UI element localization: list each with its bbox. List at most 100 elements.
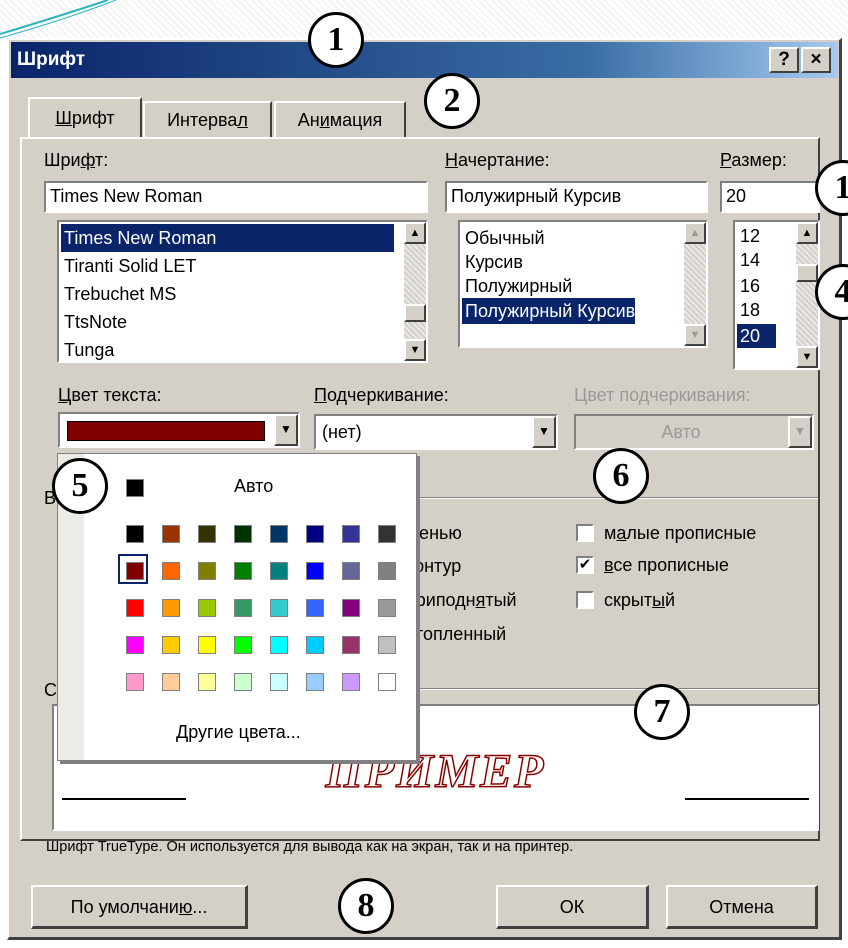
color-swatch[interactable] (234, 562, 252, 580)
color-swatch[interactable] (306, 673, 324, 691)
color-swatch[interactable] (306, 562, 324, 580)
chevron-down-icon[interactable]: ▼ (788, 416, 812, 448)
color-swatch[interactable] (342, 636, 360, 654)
more-colors-button[interactable]: Другие цвета... (176, 722, 301, 743)
hidden-checkbox[interactable] (576, 591, 594, 609)
font-list-item[interactable]: Times New Roman (61, 224, 394, 252)
color-swatch[interactable] (198, 599, 216, 617)
color-swatch[interactable] (162, 673, 180, 691)
color-swatch[interactable] (270, 673, 288, 691)
color-swatch[interactable] (270, 599, 288, 617)
size-list-item[interactable]: 12 (737, 224, 760, 248)
font-input[interactable]: Times New Roman (44, 181, 428, 213)
hidden-label: скрытый (604, 590, 676, 610)
emboss-option[interactable]: приподнятый (406, 590, 517, 611)
tab-spacing[interactable]: Интервал (143, 101, 272, 137)
color-swatch[interactable] (162, 562, 180, 580)
color-swatch[interactable] (234, 673, 252, 691)
scroll-up-icon[interactable]: ▲ (796, 222, 818, 244)
font-list-item[interactable]: Tiranti Solid LET (61, 252, 196, 280)
scroll-down-icon[interactable]: ▼ (796, 346, 818, 368)
color-swatch[interactable] (126, 562, 144, 580)
scroll-thumb[interactable] (796, 264, 818, 282)
color-swatch[interactable] (126, 673, 144, 691)
color-swatch[interactable] (378, 562, 396, 580)
color-swatch[interactable] (378, 525, 396, 543)
color-swatch[interactable] (162, 599, 180, 617)
ok-button[interactable]: ОК (496, 885, 649, 929)
font-list-item[interactable]: TtsNote (61, 308, 127, 336)
chevron-down-icon[interactable]: ▼ (532, 416, 556, 448)
size-list-item[interactable]: 14 (737, 248, 760, 272)
size-list-item[interactable]: 16 (737, 274, 760, 298)
underline-combo[interactable]: (нет) ▼ (314, 414, 558, 450)
underline-color-combo[interactable]: Авто ▼ (574, 414, 814, 450)
size-list-item[interactable]: 18 (737, 298, 760, 322)
color-swatch[interactable] (342, 673, 360, 691)
color-swatch[interactable] (342, 562, 360, 580)
default-button[interactable]: По умолчанию... (31, 885, 248, 929)
color-swatch[interactable] (198, 673, 216, 691)
font-list[interactable]: Times New Roman Tiranti Solid LET Trebuc… (57, 220, 428, 363)
size-list[interactable]: 12 14 16 18 20 ▲ ▼ (733, 220, 820, 370)
color-swatch[interactable] (126, 599, 144, 617)
underline-label: Подчеркивание: (314, 385, 449, 405)
color-swatch[interactable] (270, 636, 288, 654)
style-input[interactable]: Полужирный Курсив (445, 181, 708, 213)
style-list-item[interactable]: Полужирный (462, 272, 572, 300)
color-swatch[interactable] (306, 525, 324, 543)
help-button[interactable]: ? (769, 47, 799, 73)
color-swatch[interactable] (126, 636, 144, 654)
checkmark-icon: ✔ (578, 556, 592, 573)
auto-color-swatch[interactable] (126, 479, 144, 497)
callout-badge: 5 (52, 458, 108, 514)
color-swatch[interactable] (162, 636, 180, 654)
callout-badge: 2 (424, 73, 480, 129)
tab-animation[interactable]: Анимация (274, 101, 406, 137)
callout-badge: 6 (593, 448, 649, 504)
color-swatch[interactable] (234, 599, 252, 617)
color-swatch[interactable] (270, 525, 288, 543)
underline-color-label: Цвет подчеркивания: (574, 385, 751, 405)
color-swatch[interactable] (378, 673, 396, 691)
callout-badge: 1 (308, 12, 364, 68)
all-caps-checkbox[interactable]: ✔ (576, 556, 594, 574)
scroll-thumb[interactable] (404, 304, 426, 322)
color-swatch[interactable] (198, 562, 216, 580)
color-swatch[interactable] (162, 525, 180, 543)
style-list-scrollbar[interactable]: ▲ ▼ (684, 222, 706, 346)
color-swatch[interactable] (306, 599, 324, 617)
color-swatch[interactable] (378, 599, 396, 617)
auto-color-option[interactable]: Авто (234, 476, 273, 497)
color-swatch[interactable] (198, 525, 216, 543)
cancel-button[interactable]: Отмена (666, 885, 818, 929)
font-list-item[interactable]: Trebuchet MS (61, 280, 176, 308)
size-label: Размер: (720, 150, 787, 170)
scroll-up-icon[interactable]: ▲ (684, 222, 706, 244)
color-swatch[interactable] (234, 525, 252, 543)
style-list-item[interactable]: Полужирный Курсив (462, 298, 636, 324)
font-list-item[interactable]: Tunga (61, 336, 114, 361)
close-button[interactable]: × (801, 47, 831, 73)
color-swatch[interactable] (126, 525, 144, 543)
color-swatch[interactable] (234, 636, 252, 654)
color-swatch[interactable] (342, 599, 360, 617)
size-list-item[interactable]: 20 (737, 324, 776, 348)
chevron-down-icon[interactable]: ▼ (274, 414, 298, 446)
color-swatch[interactable] (378, 636, 396, 654)
font-list-scrollbar[interactable]: ▲ ▼ (404, 222, 426, 361)
engrave-option[interactable]: утопленный (406, 624, 506, 645)
color-swatch[interactable] (342, 525, 360, 543)
color-swatch[interactable] (198, 636, 216, 654)
scroll-down-icon[interactable]: ▼ (404, 339, 426, 361)
color-swatch[interactable] (270, 562, 288, 580)
style-list[interactable]: Обычный Курсив Полужирный Полужирный Кур… (458, 220, 708, 348)
size-input[interactable]: 20 (720, 181, 820, 213)
text-color-combo[interactable]: ▼ (58, 412, 300, 448)
small-caps-checkbox[interactable] (576, 524, 594, 542)
scroll-down-icon[interactable]: ▼ (684, 324, 706, 346)
color-swatch[interactable] (306, 636, 324, 654)
tab-font[interactable]: Шрифт (28, 97, 142, 139)
scroll-up-icon[interactable]: ▲ (404, 222, 426, 244)
style-label: Начертание: (445, 150, 550, 170)
